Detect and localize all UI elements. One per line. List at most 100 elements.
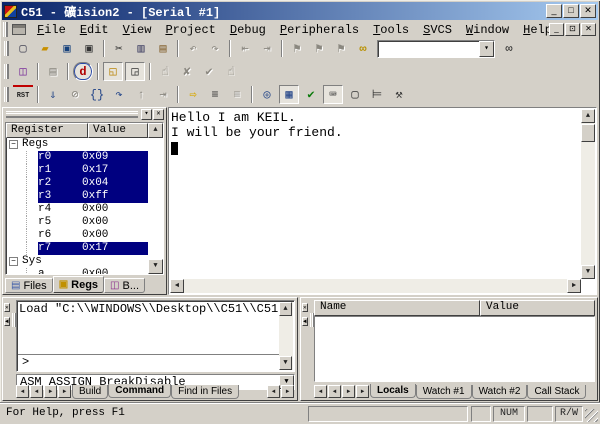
cut-button[interactable]: ✂ (109, 39, 129, 58)
output-window-button[interactable]: ◲ (125, 62, 145, 81)
maximize-button[interactable]: □ (563, 4, 579, 18)
title-bar[interactable]: C51 - 礦ision2 - [Serial #1] _ □ ✕ (2, 2, 598, 20)
symbol-window-button[interactable]: ◎ (257, 85, 277, 104)
tab-command[interactable]: Command (108, 384, 171, 398)
register-row[interactable]: r30xff (6, 190, 163, 203)
pane-close-icon[interactable]: ✕ (153, 109, 164, 120)
close-button[interactable]: ✕ (580, 4, 596, 18)
performance-analyzer-button[interactable]: ⊨ (367, 85, 387, 104)
serial-horizontal-scrollbar[interactable]: ◄ ► (170, 279, 581, 293)
scroll-left-icon[interactable]: ◄ (170, 279, 184, 293)
tab-first-icon[interactable]: ◄ (16, 385, 29, 398)
serial-window-button[interactable]: ⌨ (323, 85, 343, 104)
tabbar-scroll-left-icon[interactable]: ◄ (267, 385, 280, 398)
reset-cpu-button[interactable]: RST (13, 85, 33, 104)
menu-project[interactable]: Project (158, 21, 222, 39)
tab-next-icon[interactable]: ► (44, 385, 57, 398)
debug-session-button[interactable]: d (73, 62, 93, 81)
memory-window-button[interactable]: ▢ (345, 85, 365, 104)
scroll-down-icon[interactable]: ▼ (581, 265, 595, 279)
step-over-button[interactable]: ↷ (109, 85, 129, 104)
dropdown-icon[interactable]: ▾ (479, 41, 494, 57)
register-row[interactable]: r20x04 (6, 177, 163, 190)
menu-view[interactable]: View (116, 21, 159, 39)
serial-window-system-icon[interactable] (12, 24, 26, 35)
tab-watch2[interactable]: Watch #2 (472, 385, 528, 399)
code-coverage-button[interactable]: ✔ (301, 85, 321, 104)
collapse-icon[interactable]: − (9, 257, 18, 266)
scroll-down-icon[interactable]: ▼ (148, 259, 163, 274)
resize-grip[interactable] (585, 409, 598, 422)
scroll-up-icon[interactable]: ▲ (148, 123, 163, 138)
save-button[interactable]: ▣ (57, 39, 77, 58)
tools-button[interactable]: ⚒ (389, 85, 409, 104)
find-combobox[interactable]: ▾ (377, 40, 495, 58)
register-row[interactable]: r50x00 (6, 216, 163, 229)
tab-callstack[interactable]: Call Stack (527, 385, 586, 399)
tree-group-sys[interactable]: − Sys (6, 255, 163, 268)
scroll-up-icon[interactable]: ▲ (581, 109, 595, 123)
find-button[interactable]: ∞ (353, 39, 373, 58)
pane-collapse-icon[interactable]: ◄ (4, 317, 10, 326)
menu-file[interactable]: File (30, 21, 73, 39)
tab-build[interactable]: Build (72, 385, 108, 399)
register-column-header[interactable]: Register (6, 123, 88, 138)
tabbar-scroll-right-icon[interactable]: ► (281, 385, 294, 398)
new-file-button[interactable]: ▢ (13, 39, 33, 58)
step-into-button[interactable]: {} (87, 85, 107, 104)
save-all-button[interactable]: ▣ (79, 39, 99, 58)
find-combobox-value[interactable] (378, 41, 479, 57)
scroll-down-icon[interactable]: ▼ (279, 356, 292, 370)
tab-regs[interactable]: ▣ Regs (53, 276, 104, 293)
tab-last-icon[interactable]: ► (356, 385, 369, 398)
project-window-button[interactable]: ◱ (103, 62, 123, 81)
toolbar-gripper[interactable] (4, 64, 9, 79)
tab-prev-icon[interactable]: ◄ (328, 385, 341, 398)
register-row[interactable]: r70x17 (6, 242, 163, 255)
name-column-header[interactable]: Name (314, 300, 480, 316)
show-next-statement-button[interactable]: ⇨ (183, 85, 203, 104)
menubar-gripper[interactable] (3, 22, 8, 37)
pane-gripper[interactable] (12, 313, 16, 327)
tab-prev-icon[interactable]: ◄ (30, 385, 43, 398)
tab-files[interactable]: ▤ Files (5, 278, 53, 293)
register-row[interactable]: r40x00 (6, 203, 163, 216)
paste-button[interactable]: ▤ (153, 39, 173, 58)
scrollbar-thumb[interactable] (581, 124, 595, 142)
register-row[interactable]: r60x00 (6, 229, 163, 242)
tab-books[interactable]: ◫ B... (104, 278, 145, 293)
value-column-header[interactable]: Value (88, 123, 148, 138)
menu-edit[interactable]: Edit (73, 21, 116, 39)
command-prompt[interactable]: > (18, 354, 279, 370)
menu-svcs[interactable]: SVCS (416, 21, 459, 39)
value-column-header[interactable]: Value (480, 300, 595, 316)
registers-window-button[interactable]: ≡ (205, 85, 225, 104)
serial-output-area[interactable]: Hello I am KEIL.I will be your friend. ▲… (168, 107, 597, 295)
menu-debug[interactable]: Debug (223, 21, 273, 39)
collapse-icon[interactable]: − (9, 140, 18, 149)
books-window-button[interactable]: ◫ (13, 62, 33, 81)
scroll-up-icon[interactable]: ▲ (279, 302, 292, 316)
mdi-minimize-button[interactable]: _ (549, 23, 564, 36)
pane-close-icon[interactable]: ✕ (4, 303, 10, 312)
watch-window-button[interactable]: ▦ (279, 85, 299, 104)
menu-peripherals[interactable]: Peripherals (273, 21, 366, 39)
run-button[interactable]: ⇓ (43, 85, 63, 104)
toolbar-gripper[interactable] (4, 87, 9, 102)
copy-button[interactable]: ▥ (131, 39, 151, 58)
pane-collapse-icon[interactable]: ◄ (302, 317, 308, 326)
register-row[interactable]: a0x00 (6, 268, 163, 275)
tab-locals[interactable]: Locals (370, 384, 416, 398)
pane-gripper[interactable] (6, 111, 138, 118)
mdi-close-button[interactable]: ✕ (581, 23, 596, 36)
tab-find-in-files[interactable]: Find in Files (171, 385, 239, 399)
serial-vertical-scrollbar[interactable]: ▲ ▼ (581, 109, 595, 279)
scroll-right-icon[interactable]: ► (567, 279, 581, 293)
toolbar-gripper[interactable] (4, 41, 9, 56)
tab-watch1[interactable]: Watch #1 (416, 385, 472, 399)
menu-tools[interactable]: Tools (366, 21, 416, 39)
watch-table-body[interactable] (314, 316, 595, 382)
register-row[interactable]: r10x17 (6, 164, 163, 177)
pane-close-icon[interactable]: ✕ (302, 303, 308, 312)
pane-gripper[interactable] (310, 313, 314, 327)
